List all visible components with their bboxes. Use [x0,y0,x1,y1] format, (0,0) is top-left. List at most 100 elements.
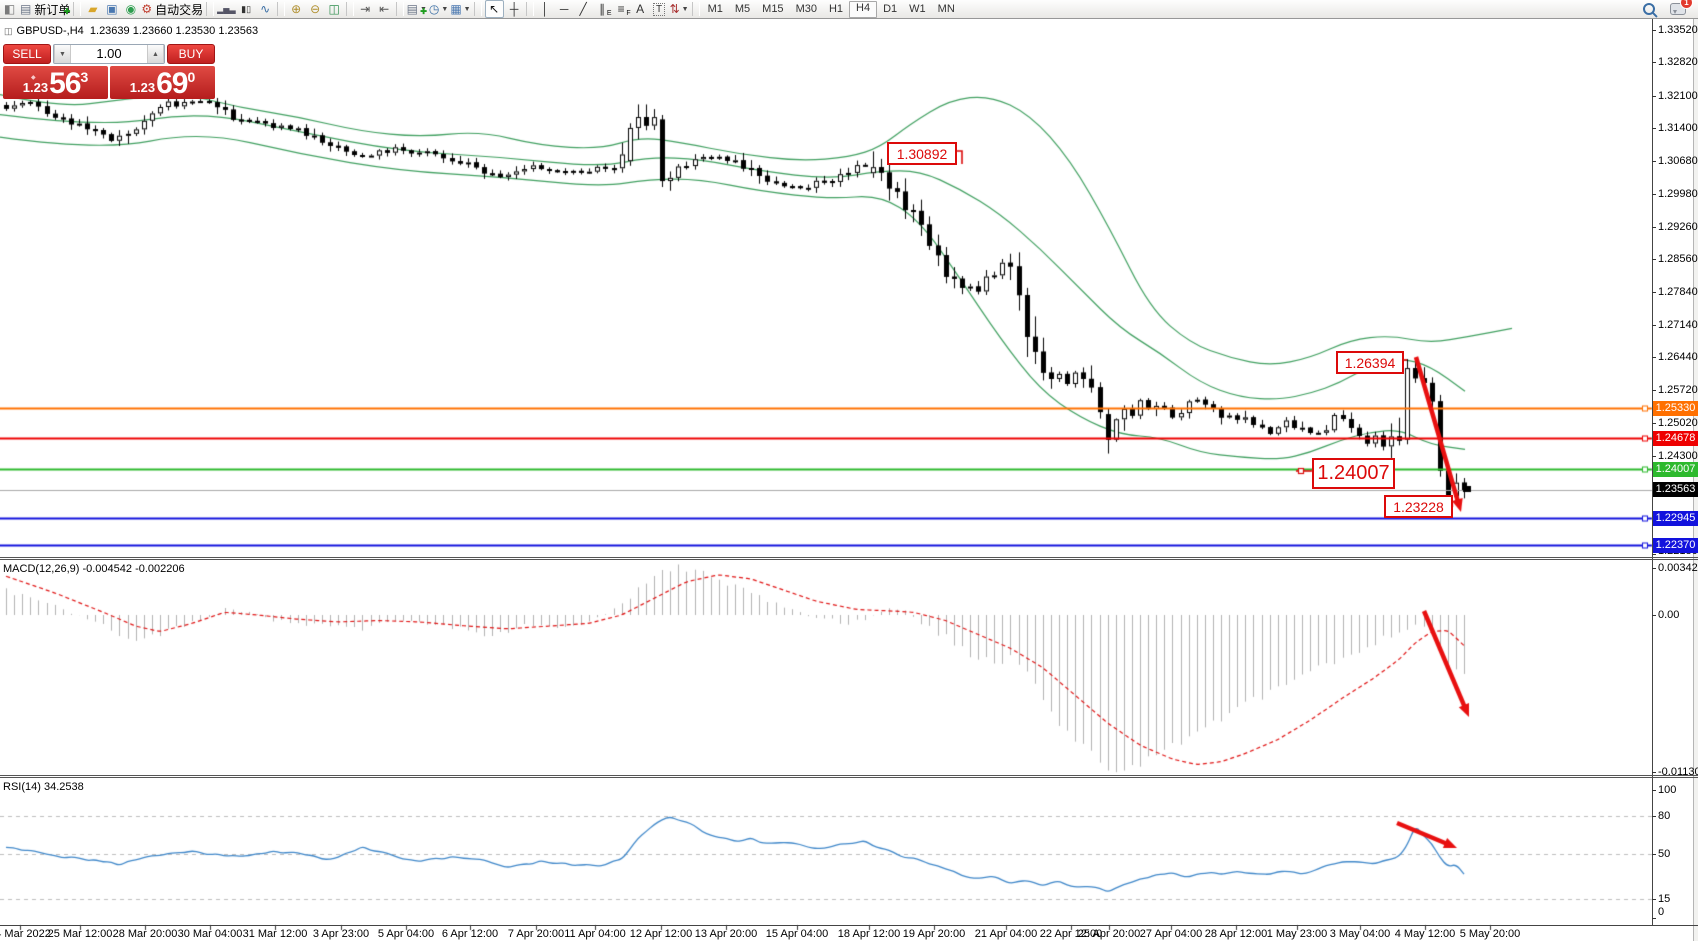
market-depth-icon[interactable]: ▣ [103,1,120,17]
chart-shift-icon[interactable]: ⇤ [376,1,393,17]
toolbar-separator [692,2,700,16]
date-label: 6 Apr 12:00 [442,928,498,940]
buy-price-box[interactable]: 1.23 69 0 [110,66,215,99]
crosshair-button[interactable]: ┼ [506,1,523,17]
timeframe-w1[interactable]: W1 [903,2,932,17]
rsi-tick-label: 80 [1658,810,1670,822]
price-tick-label: 1.29980 [1658,188,1698,200]
price-badge: 1.24678 [1653,431,1698,446]
price-tick [1652,96,1656,97]
fibonacci-button[interactable]: ≡F [613,1,630,17]
price-tick [1652,292,1656,293]
price-tick [1652,194,1656,195]
volume-input[interactable]: 1.00 [71,45,147,63]
timeframe-m30[interactable]: M30 [790,2,823,17]
price-tick-label: 1.24300 [1658,450,1698,462]
channel-button[interactable]: ∥E [594,1,611,17]
toolbar-separator [206,2,214,16]
date-label: 30 Mar 04:00 [178,928,243,940]
notifications-icon[interactable]: 1 [1669,1,1686,17]
auto-trading-button[interactable]: ⚙自动交易 [141,1,203,17]
buy-button[interactable]: BUY [167,44,215,64]
time-axis-border [0,925,1698,926]
date-label: 3 May 04:00 [1330,928,1391,940]
timeframe-h1[interactable]: H1 [823,2,849,17]
rsi-tick-label: 50 [1658,848,1670,860]
timeframe-mn[interactable]: MN [932,2,961,17]
sell-button[interactable]: SELL [3,44,51,64]
toolbar-separator [346,2,354,16]
date-label: 25 Apr 20:00 [1078,928,1140,940]
signals-icon[interactable]: ◉ [122,1,139,17]
timeframe-h4[interactable]: H4 [849,1,877,18]
tick-direction-icon: ◆ [31,74,36,81]
vertical-line-button[interactable]: │ [537,1,554,17]
date-label: 31 Mar 12:00 [243,928,308,940]
tile-windows-icon[interactable]: ◫ [326,1,343,17]
chart-title: ◫GBPUSD-,H4 1.23639 1.23660 1.23530 1.23… [4,25,258,37]
rsi-tick [1652,899,1656,900]
timeframe-m15[interactable]: M15 [756,2,789,17]
auto-scroll-icon[interactable]: ⇥ [357,1,374,17]
price-badge: 1.25330 [1653,401,1698,416]
zoom-in-icon[interactable]: ⊕ [288,1,305,17]
timeframe-m1[interactable]: M1 [702,2,729,17]
buy-price-pips: 69 [156,69,187,99]
indicators-button[interactable]: ▤✚▼ [407,1,427,17]
date-label: 5 May 20:00 [1460,928,1521,940]
timeframe-d1[interactable]: D1 [877,2,903,17]
chart-fragment-icon[interactable]: ◧ [1,1,18,17]
price-annotation-label[interactable]: 1.24007 [1312,458,1395,489]
rsi-tick [1652,918,1656,919]
line-chart-icon[interactable]: ∿ [257,1,274,17]
date-label: 15 Apr 04:00 [766,928,828,940]
chart-canvas[interactable] [0,0,1698,941]
price-tick-label: 1.32820 [1658,56,1698,68]
timeframe-m5[interactable]: M5 [729,2,756,17]
panel-separator[interactable] [0,557,1698,558]
rsi-indicator-label: RSI(14) 34.2538 [3,781,84,793]
macd-tick [1652,615,1656,616]
buy-price-point: 0 [187,69,195,85]
periods-button[interactable]: ◷▼ [429,1,448,17]
rsi-tick-label: 15 [1658,893,1670,905]
panel-separator[interactable] [0,775,1698,776]
volume-decrease-button[interactable]: ▼ [54,45,71,63]
price-annotation-label[interactable]: 1.30892 [887,142,957,165]
panel-separator[interactable] [0,559,1698,560]
search-icon[interactable] [1640,1,1657,17]
chart-ohlc-values: 1.23639 1.23660 1.23530 1.23563 [90,25,258,37]
styler-icon[interactable]: ▰ [84,1,101,17]
price-tick-label: 1.33520 [1658,24,1698,36]
text-label-button[interactable]: T [651,1,668,17]
volume-increase-button[interactable]: ▲ [147,45,164,63]
price-tick [1652,456,1656,457]
templates-button[interactable]: ▦▼ [450,1,470,17]
arrows-button[interactable]: ⇅▼ [670,1,689,17]
date-label: 3 Apr 23:00 [313,928,369,940]
date-label: 4 May 12:00 [1395,928,1456,940]
price-tick [1652,161,1656,162]
macd-indicator-label: MACD(12,26,9) -0.004542 -0.002206 [3,563,185,575]
price-annotation-label[interactable]: 1.23228 [1384,495,1453,518]
bar-chart-icon[interactable]: ▂▅▃ [217,1,235,17]
horizontal-line-button[interactable]: ─ [556,1,573,17]
price-tick-label: 1.26440 [1658,351,1698,363]
price-badge: 1.22370 [1653,538,1698,553]
sell-price-box[interactable]: ◆ 1.23 56 3 [3,66,108,99]
trendline-button[interactable]: ╱ [575,1,592,17]
price-tick [1652,423,1656,424]
date-label: 27 Apr 04:00 [1140,928,1202,940]
zoom-out-icon[interactable]: ⊖ [307,1,324,17]
text-button[interactable]: A [632,1,649,17]
candlestick-chart-icon[interactable]: ▮▯ [238,1,255,17]
price-annotation-label[interactable]: 1.26394 [1336,351,1404,374]
macd-tick-label: 0.00 [1658,609,1679,621]
cursor-button[interactable]: ↖ [485,0,504,18]
main-toolbar: ◧▤✚新订单 ▰▣◉⚙自动交易 ▂▅▃▮▯∿ ⊕⊖◫ ⇥⇤ ▤✚▼◷▼▦▼ ↖┼ │─╱∥E≡… [0,0,1698,19]
new-order-button[interactable]: ▤✚新订单 [20,1,70,17]
price-tick [1652,128,1656,129]
price-tick-label: 1.25720 [1658,384,1698,396]
panel-separator[interactable] [0,777,1698,778]
chart-window-icon: ◫ [4,26,13,36]
